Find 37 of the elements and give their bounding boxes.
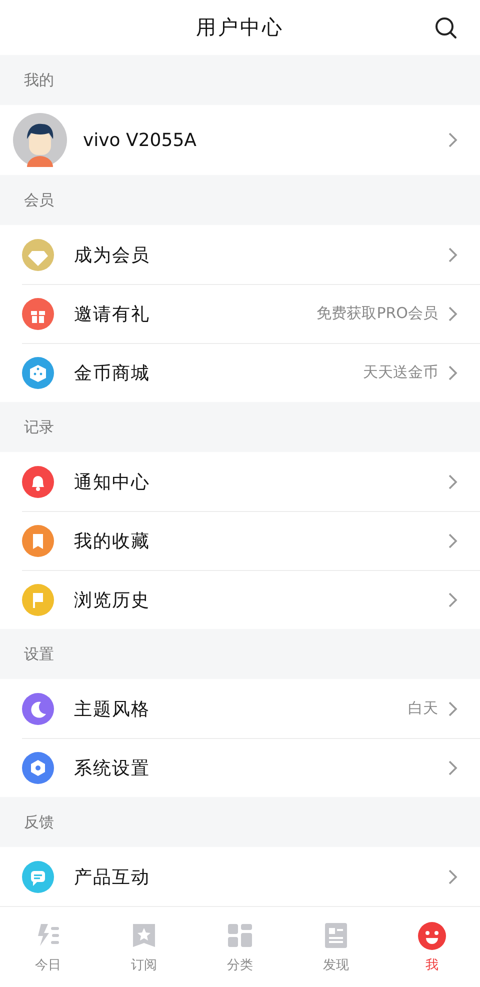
menu-row[interactable]: 系统设置 — [0, 738, 480, 797]
section-header: 记录 — [24, 418, 54, 436]
menu-row[interactable]: 产品互动 — [0, 847, 480, 906]
tab[interactable]: 今日 — [0, 907, 96, 987]
menu-row[interactable]: 浏览历史 — [0, 570, 480, 629]
chevron-icon — [448, 306, 458, 322]
menu-row[interactable]: 成为会员 — [0, 225, 480, 284]
chevron-icon — [448, 868, 458, 884]
chevron-icon — [448, 760, 458, 776]
menu-row[interactable]: 通知中心 — [0, 452, 480, 511]
page-title: 用户中心 — [196, 14, 284, 41]
tab[interactable]: 订阅 — [96, 907, 192, 987]
row-value: 天天送金币 — [363, 363, 438, 382]
chevron-icon — [448, 592, 458, 608]
menu-row[interactable]: vivo V2055A — [0, 105, 480, 175]
chevron-icon — [448, 532, 458, 548]
section-header: 设置 — [24, 644, 54, 664]
chevron-icon — [448, 132, 458, 148]
row-value: 免费获取PRO会员 — [316, 304, 438, 323]
tab[interactable]: 发现 — [288, 907, 384, 987]
chevron-icon — [448, 700, 458, 716]
menu-row[interactable]: 金币商城 天天送金币 — [0, 343, 480, 402]
section-header: 反馈 — [24, 812, 54, 832]
chevron-icon — [448, 246, 458, 262]
section-header: 会员 — [24, 190, 54, 210]
row-value: 白天 — [408, 699, 438, 718]
section-header: 我的 — [24, 70, 54, 90]
avatar — [13, 113, 67, 167]
tab[interactable]: 分类 — [192, 907, 288, 987]
menu-row[interactable]: 我的收藏 — [0, 511, 480, 570]
chevron-icon — [448, 474, 458, 490]
menu-row[interactable]: 主题风格 白天 — [0, 679, 480, 738]
search-icon[interactable] — [434, 16, 458, 40]
smile-icon — [417, 921, 447, 951]
tab[interactable]: 我 — [384, 907, 480, 987]
menu-row[interactable]: 邀请有礼 免费获取PRO会员 — [0, 284, 480, 343]
chevron-icon — [448, 364, 458, 380]
